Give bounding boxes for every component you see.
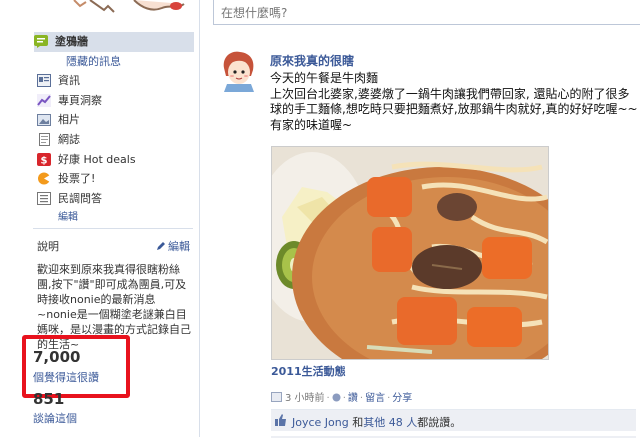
questions-icon xyxy=(37,191,51,205)
sidebar-item-label: 隱藏的訊息 xyxy=(66,54,121,68)
svg-text:$: $ xyxy=(41,155,48,166)
status-placeholder: 在想什麼嗎? xyxy=(221,6,288,20)
sidebar-item-deals[interactable]: $ 好康 Hot deals xyxy=(37,150,197,170)
globe-icon xyxy=(332,393,341,402)
sidebar-item-label: 民調問答 xyxy=(58,191,102,205)
liker-name-link[interactable]: Joyce Jong xyxy=(292,416,349,429)
sidebar-edit-label: 編輯 xyxy=(58,212,78,224)
post-text-line: 今天的午餐是牛肉麵 xyxy=(270,71,379,85)
post-text-line: 上次回台北婆家,婆婆燉了一鍋牛肉讓我們帶回家, 還貼心的附了很多球的手工麵條,想… xyxy=(270,86,638,132)
likes-label-link[interactable]: 個覺得這很讚 xyxy=(33,369,99,385)
wall-icon xyxy=(34,35,48,48)
likes-summary-text: Joyce Jong 和其他 48 人都說讚。 xyxy=(292,414,461,430)
poll-icon xyxy=(37,172,51,185)
thumbs-up-icon xyxy=(275,414,287,426)
sidebar-item-label: 相片 xyxy=(58,113,80,127)
sidebar-item-photos[interactable]: 相片 xyxy=(37,110,197,130)
talking-about-link[interactable]: 談論這個 xyxy=(33,410,77,426)
likes-highlight-box xyxy=(22,335,130,398)
post-photo[interactable] xyxy=(254,146,592,387)
sidebar-item-poll[interactable]: 投票了! xyxy=(37,169,197,189)
sidebar-item-label: 投票了! xyxy=(58,172,96,186)
sidebar-item-label: 好康 Hot deals xyxy=(58,152,136,166)
feed-story: 原來我真的很瞎 今天的午餐是牛肉麵 上次回台北婆家,婆婆燉了一鍋牛肉讓我們帶回家,… xyxy=(212,40,640,438)
sidebar-item-label: 資訊 xyxy=(58,74,80,88)
status-update-icon xyxy=(271,392,282,402)
divider xyxy=(33,228,193,229)
pencil-icon xyxy=(157,242,165,250)
left-column: 塗鴉牆 隱藏的訊息 資訊 專頁洞察 相片 網誌 $ 好康 Hot deals 投… xyxy=(0,0,200,437)
page-cover-art xyxy=(64,0,196,18)
sidebar-item-hidden-posts[interactable]: 隱藏的訊息 xyxy=(37,52,197,72)
sidebar-nav: 塗鴉牆 隱藏的訊息 資訊 專頁洞察 相片 網誌 $ 好康 Hot deals 投… xyxy=(34,32,197,228)
intro-title: 說明 xyxy=(37,240,59,253)
sidebar-item-insights[interactable]: 專頁洞察 xyxy=(37,91,197,111)
post-time[interactable]: 3 小時前 xyxy=(285,393,325,404)
and-word: 和 xyxy=(348,416,364,429)
sidebar-item-questions[interactable]: 民調問答 xyxy=(37,189,197,209)
sidebar-item-label: 塗鴉牆 xyxy=(55,35,88,48)
intro-edit-label: 編輯 xyxy=(168,240,190,253)
sidebar-item-notes[interactable]: 網誌 xyxy=(37,130,197,150)
likes-suffix: 都說讚。 xyxy=(417,416,462,429)
post-text: 今天的午餐是牛肉麵 上次回台北婆家,婆婆燉了一鍋牛肉讓我們帶回家, 還貼心的附了很… xyxy=(270,71,638,133)
like-action-link[interactable]: 讚 xyxy=(348,393,358,404)
comment-action-link[interactable]: 留言 xyxy=(365,393,385,404)
talking-about-count: 851 xyxy=(33,390,65,408)
others-liked-link[interactable]: 其他 48 人 xyxy=(363,416,417,429)
likes-summary-bar: Joyce Jong 和其他 48 人都說讚。 xyxy=(271,409,636,431)
insights-icon xyxy=(37,93,51,107)
intro-edit-link[interactable]: 編輯 xyxy=(156,238,190,254)
sidebar-item-wall[interactable]: 塗鴉牆 xyxy=(34,32,194,52)
post-author-link[interactable]: 原來我真的很瞎 xyxy=(270,52,354,69)
avatar[interactable] xyxy=(218,50,258,92)
notes-icon xyxy=(37,132,51,146)
sidebar-item-info[interactable]: 資訊 xyxy=(37,71,197,91)
sidebar-edit-link[interactable]: 編輯 xyxy=(37,208,197,228)
post-meta: 3 小時前 · · 讚 · 留言 · 分享 xyxy=(271,389,412,404)
share-action-link[interactable]: 分享 xyxy=(392,393,412,404)
album-link[interactable]: 2011生活動態 xyxy=(271,363,346,379)
photos-icon xyxy=(37,113,51,127)
status-composer[interactable]: 在想什麼嗎? xyxy=(213,0,640,25)
likes-count: 7,000 xyxy=(33,348,81,366)
sidebar-item-label: 專頁洞察 xyxy=(58,93,102,107)
info-icon xyxy=(37,74,51,88)
sidebar-item-label: 網誌 xyxy=(58,132,80,146)
deals-icon: $ xyxy=(37,152,51,166)
